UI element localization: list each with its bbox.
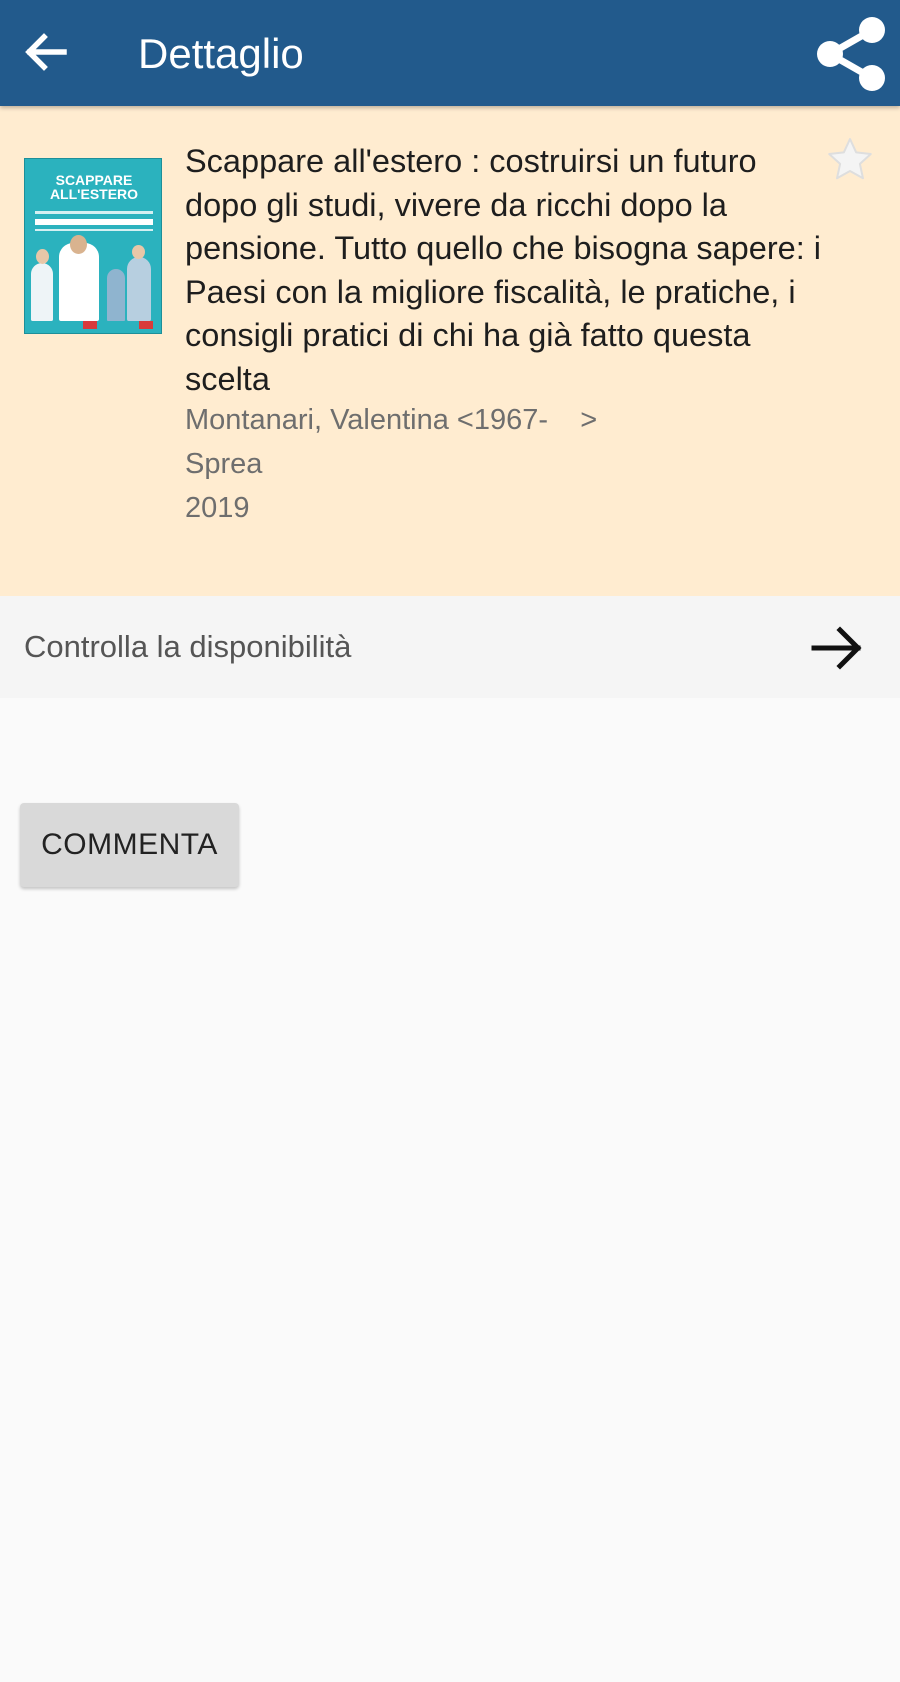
comment-button[interactable]: COMMENTA (20, 803, 239, 887)
cover-publisher-badge (139, 321, 153, 329)
arrow-forward-icon (808, 618, 868, 678)
cover-subtitle-stripe (35, 211, 153, 214)
cover-figure (127, 257, 151, 321)
cover-subtitle-stripe (35, 219, 153, 225)
share-icon[interactable] (812, 14, 890, 92)
back-arrow-icon[interactable] (20, 26, 72, 78)
cover-publisher-badge (83, 321, 97, 329)
cover-figure-head (132, 245, 145, 259)
cover-figure (31, 263, 53, 321)
cover-figure-head (70, 235, 87, 254)
cover-figure (59, 243, 99, 321)
book-publisher: Sprea (185, 448, 263, 480)
book-title: Scappare all'estero : costruirsi un futu… (185, 143, 822, 397)
book-year: 2019 (185, 492, 250, 524)
app-bar: Dettaglio (0, 0, 900, 106)
cover-subtitle-stripe (35, 229, 153, 231)
cover-figure (107, 269, 125, 321)
book-author: Montanari, Valentina <1967- > (185, 404, 598, 436)
book-detail-card: SCAPPARE ALL'ESTERO Scappare all'estero … (0, 106, 900, 596)
cover-figure-head (36, 249, 49, 264)
check-availability-row[interactable]: Controlla la disponibilità (0, 596, 900, 698)
favorite-star-icon[interactable] (826, 136, 874, 184)
cover-title-text: SCAPPARE ALL'ESTERO (49, 172, 139, 202)
check-availability-label: Controlla la disponibilità (24, 629, 352, 664)
book-cover-image[interactable]: SCAPPARE ALL'ESTERO (24, 158, 162, 334)
page-title: Dettaglio (138, 30, 304, 77)
